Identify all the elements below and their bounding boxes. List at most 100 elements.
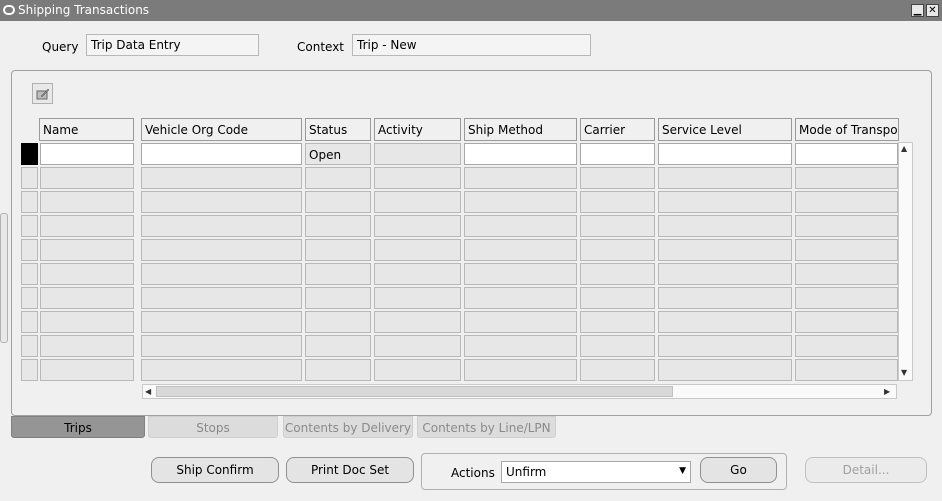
empty-cell-mode-of-transport[interactable] — [795, 263, 898, 285]
empty-cell-carrier[interactable] — [580, 215, 655, 237]
row-indicator[interactable] — [21, 287, 38, 309]
empty-cell-service-level[interactable] — [658, 191, 792, 213]
ship-confirm-button[interactable]: Ship Confirm — [151, 457, 279, 483]
empty-cell-mode-of-transport[interactable] — [795, 359, 898, 381]
empty-cell-carrier[interactable] — [580, 191, 655, 213]
row-indicator[interactable] — [21, 359, 38, 381]
empty-cell-activity[interactable] — [374, 167, 461, 189]
empty-cell-status[interactable] — [305, 263, 371, 285]
empty-cell-status[interactable] — [305, 215, 371, 237]
empty-cell-mode-of-transport[interactable] — [795, 287, 898, 309]
empty-cell-service-level[interactable] — [658, 239, 792, 261]
empty-cell-carrier[interactable] — [580, 287, 655, 309]
trip-name-field[interactable] — [40, 143, 134, 165]
empty-cell-mode-of-transport[interactable] — [795, 215, 898, 237]
horizontal-scroll-thumb[interactable] — [156, 386, 673, 397]
minimize-icon[interactable]: ▁ — [911, 4, 924, 17]
empty-cell-ship-method[interactable] — [464, 215, 577, 237]
empty-cell-status[interactable] — [305, 167, 371, 189]
empty-cell-ship-method[interactable] — [464, 167, 577, 189]
row-indicator[interactable] — [21, 191, 38, 213]
empty-cell-service-level[interactable] — [658, 287, 792, 309]
vehicle-org-code-field[interactable] — [141, 143, 302, 165]
empty-cell-activity[interactable] — [374, 239, 461, 261]
current-row-indicator[interactable] — [21, 143, 38, 165]
row-indicator[interactable] — [21, 215, 38, 237]
empty-cell-mode-of-transport[interactable] — [795, 311, 898, 333]
folder-tools-button[interactable] — [32, 83, 53, 104]
empty-cell-name[interactable] — [40, 311, 134, 333]
empty-cell-carrier[interactable] — [580, 335, 655, 357]
empty-cell-vehicle-org-code[interactable] — [141, 335, 302, 357]
empty-cell-ship-method[interactable] — [464, 359, 577, 381]
empty-cell-status[interactable] — [305, 287, 371, 309]
empty-cell-vehicle-org-code[interactable] — [141, 167, 302, 189]
empty-cell-service-level[interactable] — [658, 335, 792, 357]
empty-cell-ship-method[interactable] — [464, 191, 577, 213]
left-scroll-handle[interactable] — [0, 213, 8, 343]
empty-cell-activity[interactable] — [374, 287, 461, 309]
empty-cell-name[interactable] — [40, 239, 134, 261]
empty-cell-mode-of-transport[interactable] — [795, 167, 898, 189]
row-indicator[interactable] — [21, 167, 38, 189]
empty-cell-service-level[interactable] — [658, 215, 792, 237]
empty-cell-vehicle-org-code[interactable] — [141, 215, 302, 237]
empty-cell-carrier[interactable] — [580, 167, 655, 189]
tab-contents-by-delivery[interactable]: Contents by Delivery — [283, 416, 413, 438]
empty-cell-activity[interactable] — [374, 263, 461, 285]
empty-cell-activity[interactable] — [374, 191, 461, 213]
empty-cell-mode-of-transport[interactable] — [795, 335, 898, 357]
empty-cell-ship-method[interactable] — [464, 263, 577, 285]
empty-cell-vehicle-org-code[interactable] — [141, 239, 302, 261]
scroll-left-icon[interactable]: ◀ — [145, 387, 151, 396]
row-indicator[interactable] — [21, 335, 38, 357]
empty-cell-carrier[interactable] — [580, 239, 655, 261]
empty-cell-ship-method[interactable] — [464, 287, 577, 309]
empty-cell-carrier[interactable] — [580, 263, 655, 285]
empty-cell-ship-method[interactable] — [464, 311, 577, 333]
empty-cell-mode-of-transport[interactable] — [795, 191, 898, 213]
carrier-field[interactable] — [580, 143, 655, 165]
empty-cell-activity[interactable] — [374, 311, 461, 333]
empty-cell-vehicle-org-code[interactable] — [141, 263, 302, 285]
empty-cell-vehicle-org-code[interactable] — [141, 191, 302, 213]
close-icon[interactable]: ✕ — [926, 4, 939, 17]
mode-of-transport-field[interactable] — [795, 143, 898, 165]
empty-cell-name[interactable] — [40, 359, 134, 381]
empty-cell-vehicle-org-code[interactable] — [141, 359, 302, 381]
empty-cell-name[interactable] — [40, 263, 134, 285]
empty-cell-status[interactable] — [305, 239, 371, 261]
empty-cell-carrier[interactable] — [580, 311, 655, 333]
empty-cell-activity[interactable] — [374, 359, 461, 381]
detail-button[interactable]: Detail... — [805, 457, 927, 483]
empty-cell-status[interactable] — [305, 191, 371, 213]
empty-cell-service-level[interactable] — [658, 359, 792, 381]
empty-cell-mode-of-transport[interactable] — [795, 239, 898, 261]
tab-stops[interactable]: Stops — [148, 416, 278, 438]
ship-method-field[interactable] — [464, 143, 577, 165]
tab-trips[interactable]: Trips — [11, 416, 145, 438]
service-level-field[interactable] — [658, 143, 792, 165]
empty-cell-carrier[interactable] — [580, 359, 655, 381]
empty-cell-name[interactable] — [40, 287, 134, 309]
context-field[interactable]: Trip - New — [352, 34, 591, 56]
chevron-down-icon[interactable]: ▼ — [679, 466, 686, 476]
horizontal-scrollbar[interactable]: ◀ ▶ — [142, 384, 897, 399]
tab-contents-by-line-lpn[interactable]: Contents by Line/LPN — [417, 416, 556, 438]
row-indicator[interactable] — [21, 239, 38, 261]
empty-cell-name[interactable] — [40, 215, 134, 237]
empty-cell-name[interactable] — [40, 167, 134, 189]
empty-cell-status[interactable] — [305, 311, 371, 333]
empty-cell-name[interactable] — [40, 191, 134, 213]
actions-select[interactable]: Unfirm ▼ — [501, 461, 691, 483]
empty-cell-service-level[interactable] — [658, 167, 792, 189]
empty-cell-vehicle-org-code[interactable] — [141, 311, 302, 333]
query-field[interactable]: Trip Data Entry — [86, 34, 259, 56]
empty-cell-activity[interactable] — [374, 215, 461, 237]
empty-cell-ship-method[interactable] — [464, 335, 577, 357]
scroll-up-icon[interactable]: ▲ — [901, 144, 907, 153]
empty-cell-ship-method[interactable] — [464, 239, 577, 261]
print-doc-set-button[interactable]: Print Doc Set — [286, 457, 414, 483]
empty-cell-service-level[interactable] — [658, 263, 792, 285]
empty-cell-vehicle-org-code[interactable] — [141, 287, 302, 309]
